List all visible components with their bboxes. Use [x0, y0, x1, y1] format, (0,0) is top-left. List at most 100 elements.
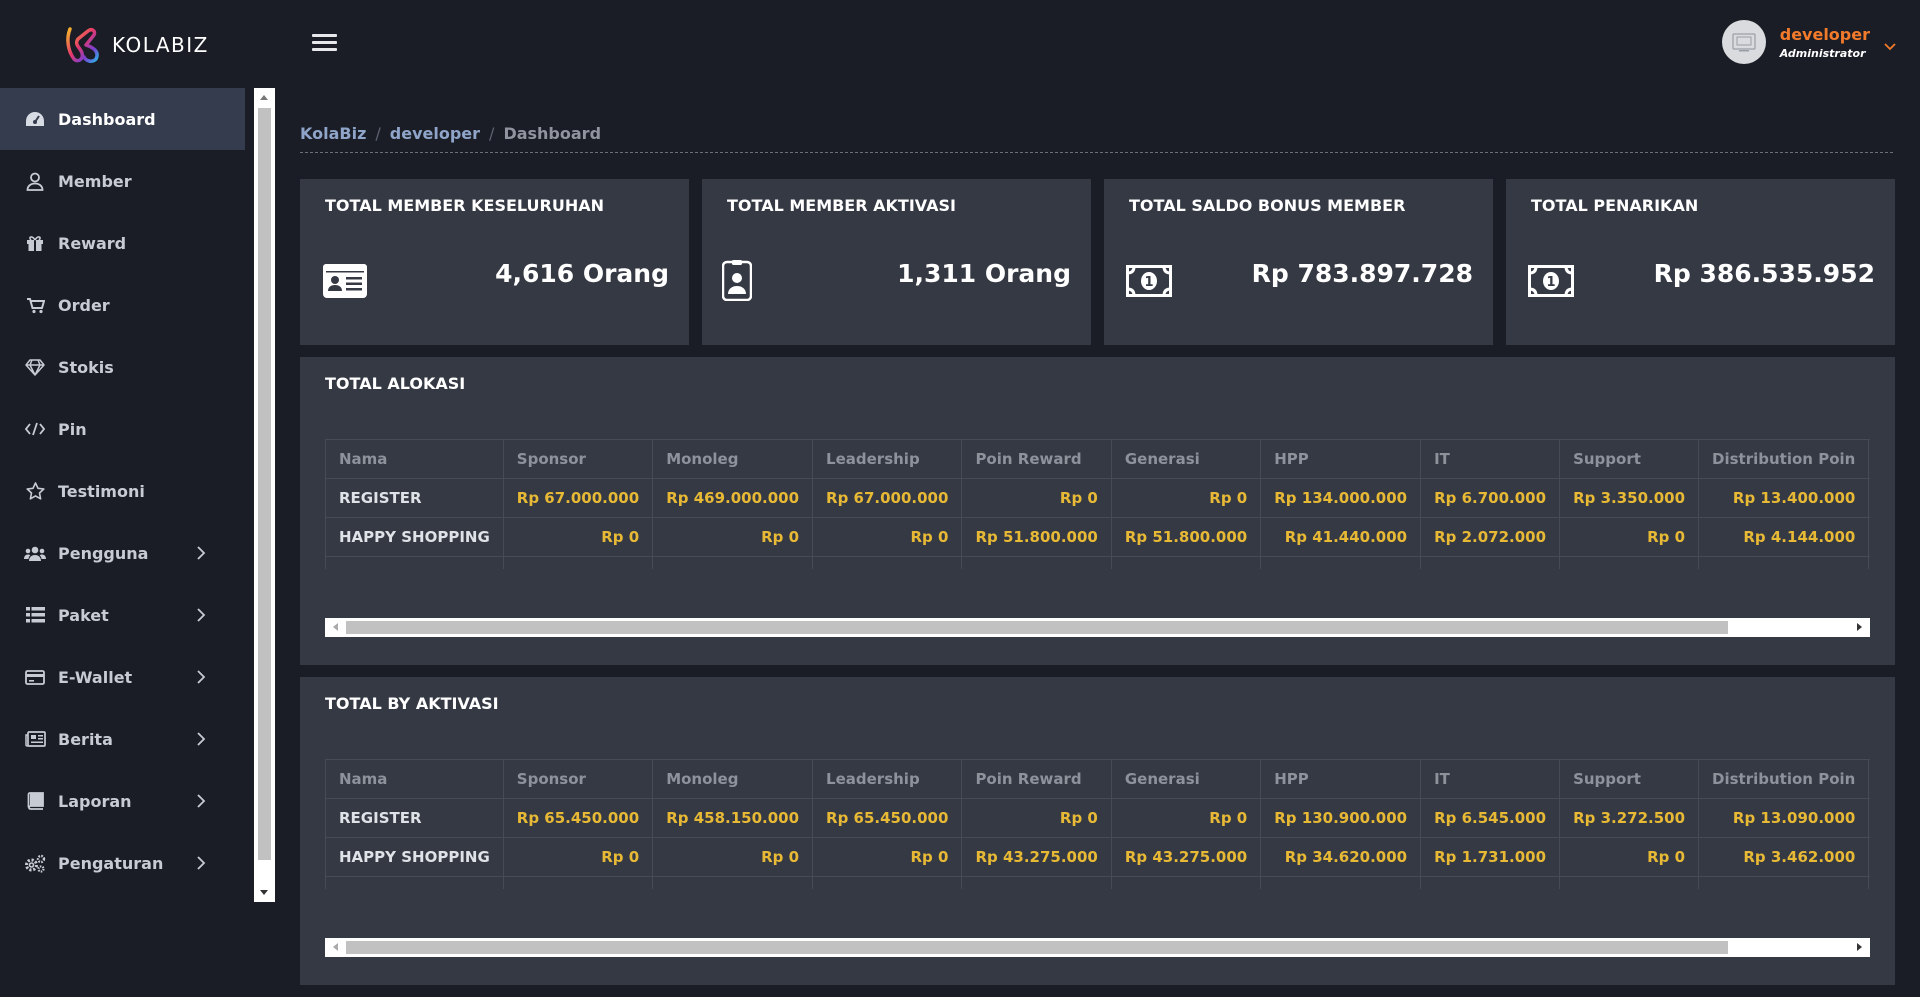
svg-text:1: 1: [1546, 275, 1555, 290]
amount-cell: Rp 0: [1559, 837, 1700, 877]
sidebar-item-order[interactable]: Order: [0, 274, 245, 336]
sidebar-item-e-wallet[interactable]: E-Wallet: [0, 646, 245, 708]
amount-cell: Rp 458.150.000: [652, 798, 814, 838]
row-name-cell: REGISTER: [325, 478, 504, 518]
amount-cell: Rp 16.552.000: [1698, 876, 1870, 889]
sidebar-item-reward[interactable]: Reward: [0, 212, 245, 274]
logo[interactable]: KOLABIZ: [64, 22, 209, 67]
money-bill-icon: 1: [1126, 265, 1172, 297]
amount-cell: Rp 0: [961, 478, 1112, 518]
chevron-down-icon[interactable]: [1884, 43, 1896, 51]
column-header: Subsidi Ongkir: [1868, 759, 1870, 799]
amount-cell: Rp 43.275.000: [961, 876, 1112, 889]
column-header: Sponsor: [502, 759, 654, 799]
user-icon: [24, 171, 46, 191]
row-name-cell: TOTAL: [325, 556, 504, 569]
sidebar-item-label: Pengaturan: [58, 853, 164, 873]
table-row: HAPPY SHOPPING Rp 0 Rp 0 Rp 0 Rp 43.275.000 R…: [325, 837, 1870, 877]
amount-cell: Rp 0: [1559, 517, 1700, 557]
column-header: Sponsor: [502, 439, 654, 479]
sidebar-item-laporan[interactable]: Laporan: [0, 770, 245, 832]
horizontal-scrollbar[interactable]: [325, 618, 1870, 637]
horizontal-scrollbar[interactable]: [325, 938, 1870, 957]
scroll-up-arrow-icon[interactable]: [260, 95, 268, 100]
amount-cell: Rp 67.000.000: [502, 478, 654, 518]
amount-cell: Rp 130.900.000: [1260, 798, 1422, 838]
amount-cell: Rp 0: [652, 517, 814, 557]
alokasi-table: Nama Sponsor Monoleg Leadership Poin Reward G…: [325, 439, 1870, 569]
amount-cell: Rp 67.000.000: [502, 556, 654, 569]
table-row: REGISTER Rp 67.000.000 Rp 469.000.000 Rp 67…: [325, 478, 1870, 518]
user-role: Administrator: [1779, 46, 1866, 60]
breadcrumb-link-home[interactable]: KolaBiz: [300, 124, 366, 143]
avatar-image-icon: [1732, 33, 1756, 52]
money-bill-icon: 1: [1528, 265, 1574, 297]
sidebar-item-pin[interactable]: Pin: [0, 398, 245, 460]
credit-card-icon: [24, 667, 46, 687]
amount-cell: Rp 41.440.000: [1260, 517, 1422, 557]
amount-cell: Rp 469.000.000: [652, 478, 814, 518]
column-header: Generasi: [1110, 759, 1262, 799]
book-icon: [24, 791, 46, 811]
sidebar-item-berita[interactable]: Berita: [0, 708, 245, 770]
table-scroll-area: Nama Sponsor Monoleg Leadership Poin Reward G…: [325, 759, 1870, 889]
sidebar-scrollbar[interactable]: [254, 88, 275, 902]
chevron-right-icon: [197, 608, 206, 622]
sidebar-item-label: Paket: [58, 605, 109, 625]
scroll-right-arrow-icon[interactable]: [1857, 943, 1862, 951]
card-value: 1,311 Orang: [897, 259, 1071, 288]
card-title: TOTAL MEMBER AKTIVASI: [727, 196, 956, 215]
sidebar-item-dashboard[interactable]: Dashboard: [0, 88, 245, 150]
amount-cell: Rp 3.272.500: [1559, 798, 1700, 838]
scroll-left-arrow-icon[interactable]: [333, 943, 338, 951]
sidebar-item-label: Order: [58, 295, 110, 315]
sidebar-item-label: Testimoni: [58, 481, 145, 501]
amount-cell: Rp 0: [1868, 478, 1870, 518]
star-icon: [24, 481, 46, 501]
sidebar: KOLABIZ Dashboard Member Reward Order St…: [0, 0, 275, 997]
user-name: developer: [1779, 24, 1870, 44]
column-header: Nama: [325, 759, 504, 799]
aktivasi-table: Nama Sponsor Monoleg Leadership Poin Reward G…: [325, 759, 1870, 889]
table-row: REGISTER Rp 65.450.000 Rp 458.150.000 Rp 65…: [325, 798, 1870, 838]
breadcrumb-link-developer[interactable]: developer: [390, 124, 480, 143]
scroll-right-arrow-icon[interactable]: [1857, 623, 1862, 631]
amount-cell: Rp 34.620.000: [1260, 837, 1422, 877]
menu-toggle-icon[interactable]: [312, 34, 337, 52]
scroll-left-arrow-icon[interactable]: [333, 623, 338, 631]
sidebar-item-stokis[interactable]: Stokis: [0, 336, 245, 398]
amount-cell: Rp 13.090.000: [1698, 798, 1870, 838]
sidebar-item-pengguna[interactable]: Pengguna: [0, 522, 245, 584]
amount-cell: Rp 51.800.000: [1110, 556, 1262, 569]
column-header: Leadership: [812, 439, 963, 479]
amount-cell: Rp 0: [1110, 798, 1262, 838]
amount-cell: Rp 1.731.000: [1420, 837, 1561, 877]
amount-cell: Rp 6.700.000: [1420, 478, 1561, 518]
scroll-down-arrow-icon[interactable]: [260, 890, 268, 895]
column-header: IT: [1420, 759, 1561, 799]
amount-cell: Rp 6.545.000: [1420, 798, 1561, 838]
row-name-cell: HAPPY SHOPPING: [325, 517, 504, 557]
sidebar-item-testimoni[interactable]: Testimoni: [0, 460, 245, 522]
sidebar-item-paket[interactable]: Paket: [0, 584, 245, 646]
scrollbar-thumb[interactable]: [346, 941, 1728, 954]
sidebar-item-label: E-Wallet: [58, 667, 133, 687]
newspaper-icon: [24, 729, 46, 749]
column-header: Leadership: [812, 759, 963, 799]
amount-cell: Rp 43.275.000: [1110, 837, 1262, 877]
id-badge-icon: [722, 260, 752, 301]
code-icon: [24, 419, 46, 439]
breadcrumb-separator: /: [489, 124, 495, 143]
stat-card-member-aktivasi: TOTAL MEMBER AKTIVASI 1,311 Orang: [702, 179, 1091, 345]
scrollbar-thumb[interactable]: [346, 621, 1728, 634]
row-name-cell: TOTAL: [325, 876, 504, 889]
sidebar-item-label: Pengguna: [58, 543, 149, 563]
scrollbar-thumb[interactable]: [258, 108, 271, 860]
amount-cell: Rp 3.462.000: [1698, 837, 1870, 877]
user-menu[interactable]: developer Administrator: [1721, 20, 1896, 64]
panel-total-alokasi: TOTAL ALOKASI Nama Sponsor Monoleg Leadersh…: [300, 357, 1895, 665]
sidebar-item-member[interactable]: Member: [0, 150, 245, 212]
column-header: Monoleg: [652, 439, 814, 479]
column-header: Nama: [325, 439, 504, 479]
sidebar-item-pengaturan[interactable]: Pengaturan: [0, 832, 245, 894]
